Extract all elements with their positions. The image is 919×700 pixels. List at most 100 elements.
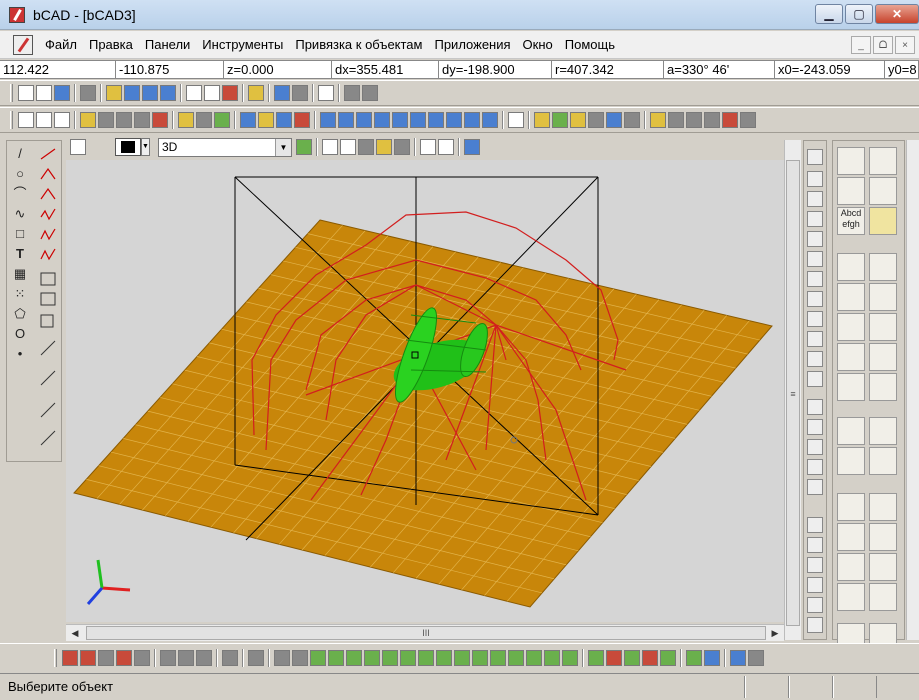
new-template-icon[interactable] <box>36 85 52 101</box>
pipe-icon[interactable] <box>508 649 524 666</box>
move-icon[interactable] <box>222 85 238 101</box>
menu-apps[interactable]: Приложения <box>428 37 516 52</box>
menu-tools[interactable]: Инструменты <box>196 37 289 52</box>
washer-icon[interactable] <box>837 553 865 581</box>
save-block-icon[interactable] <box>837 447 865 475</box>
fill-icon[interactable] <box>338 112 354 128</box>
clip-icon[interactable] <box>837 583 865 611</box>
maximize-button[interactable]: ▢ <box>845 4 873 24</box>
doc-restore-button[interactable]: ᗝ <box>873 36 893 54</box>
new-document-icon[interactable] <box>18 85 34 101</box>
copy-icon[interactable] <box>274 85 290 101</box>
snap-intersect-icon[interactable] <box>178 649 194 666</box>
snap-center-icon[interactable] <box>116 649 132 666</box>
printer-icon[interactable] <box>807 459 823 475</box>
color-picker[interactable] <box>115 138 141 156</box>
arc-tool[interactable]: ⌒ <box>11 185 29 203</box>
horizontal-scrollbar[interactable]: ◀ III ▶ <box>66 624 784 641</box>
background-icon[interactable] <box>464 139 480 155</box>
rendered-icon[interactable] <box>376 139 392 155</box>
snap-quad-icon[interactable] <box>160 649 176 666</box>
vertical-scroll-thumb[interactable]: ≡ <box>786 160 800 626</box>
center-mark-icon[interactable] <box>837 373 865 401</box>
network-icon[interactable] <box>869 417 897 445</box>
cursor-icon[interactable] <box>869 207 897 235</box>
scroll-right-icon[interactable]: ▶ <box>767 626 783 640</box>
line-style-icon[interactable] <box>196 112 212 128</box>
points-tool[interactable]: ⁙ <box>11 285 29 303</box>
menu-panels[interactable]: Панели <box>139 37 196 52</box>
spline-tool[interactable]: ∿ <box>11 205 29 223</box>
point-tool[interactable]: • <box>11 345 29 363</box>
offset-icon[interactable] <box>807 191 823 207</box>
layers-toggle-icon[interactable] <box>296 139 312 155</box>
view-mode-select[interactable]: 3D ▼ <box>158 137 292 157</box>
snap-node-icon[interactable] <box>134 649 150 666</box>
array-icon[interactable] <box>807 371 823 387</box>
pyramid-icon[interactable] <box>310 649 326 666</box>
brush-icon[interactable] <box>320 112 336 128</box>
scene-3d[interactable] <box>66 160 786 622</box>
check-icon[interactable] <box>869 283 897 311</box>
block-icon[interactable] <box>837 417 865 445</box>
properties-icon[interactable] <box>248 85 264 101</box>
pin-icon[interactable] <box>70 139 86 155</box>
extrude-icon[interactable] <box>400 649 416 666</box>
stamp-icon[interactable] <box>869 253 897 281</box>
pin-small-icon[interactable] <box>807 537 823 553</box>
camera-small-icon[interactable] <box>807 517 823 533</box>
break-icon[interactable] <box>807 251 823 267</box>
view-iso-icon[interactable] <box>464 112 480 128</box>
perspective-icon[interactable] <box>420 139 436 155</box>
color-dropdown-icon[interactable]: ▼ <box>141 138 150 156</box>
dimension-icon[interactable] <box>552 112 568 128</box>
snap-text-icon[interactable] <box>248 649 264 666</box>
home-icon[interactable] <box>807 597 823 613</box>
circle-tool[interactable]: ○ <box>11 165 29 183</box>
symbol-icon[interactable] <box>606 112 622 128</box>
bolt-icon[interactable] <box>837 493 865 521</box>
snap-perp-icon[interactable] <box>196 649 212 666</box>
layers-icon[interactable] <box>116 112 132 128</box>
light-icon[interactable] <box>740 112 756 128</box>
annotation-icon[interactable] <box>624 112 640 128</box>
rotate-icon[interactable] <box>704 112 720 128</box>
sweep-icon[interactable] <box>454 649 470 666</box>
bend-icon[interactable] <box>526 649 542 666</box>
spring-icon[interactable] <box>869 447 897 475</box>
flag-icon[interactable] <box>730 649 746 666</box>
frame-icon[interactable] <box>837 253 865 281</box>
line-angle-icon[interactable] <box>837 147 865 175</box>
save-all-icon[interactable] <box>160 85 176 101</box>
settings-icon[interactable] <box>807 617 823 633</box>
box-icon[interactable] <box>274 649 290 666</box>
select-icon[interactable] <box>186 85 202 101</box>
rivet-icon[interactable] <box>837 523 865 551</box>
base-icon[interactable] <box>837 313 865 341</box>
rectangle-tool[interactable]: □ <box>11 225 29 243</box>
toolbar-grip[interactable] <box>10 84 13 102</box>
sphere-icon[interactable] <box>328 649 344 666</box>
toolbar-grip[interactable] <box>10 111 13 129</box>
paste-icon[interactable] <box>292 85 308 101</box>
orbit-icon[interactable] <box>686 112 702 128</box>
leader-icon[interactable] <box>570 112 586 128</box>
view-front-icon[interactable] <box>356 112 372 128</box>
panel-scrollbar[interactable] <box>906 140 919 640</box>
document-icon[interactable] <box>13 34 33 55</box>
drawing-viewport[interactable] <box>66 160 786 622</box>
eye-icon[interactable] <box>98 112 114 128</box>
list-icon[interactable] <box>80 85 96 101</box>
subtract-icon[interactable] <box>606 649 622 666</box>
ellipse-tool[interactable]: O <box>11 325 29 343</box>
minimize-button[interactable]: ▁ <box>815 4 843 24</box>
bulb-icon[interactable] <box>807 557 823 573</box>
stop-icon[interactable] <box>722 112 738 128</box>
roughness-icon[interactable] <box>837 283 865 311</box>
screw-icon[interactable] <box>869 493 897 521</box>
group-icon[interactable] <box>704 649 720 666</box>
vertical-scrollbar[interactable]: ≡ <box>784 140 801 640</box>
union-icon[interactable] <box>588 649 604 666</box>
pin-part-icon[interactable] <box>869 553 897 581</box>
picture-icon[interactable] <box>807 577 823 593</box>
